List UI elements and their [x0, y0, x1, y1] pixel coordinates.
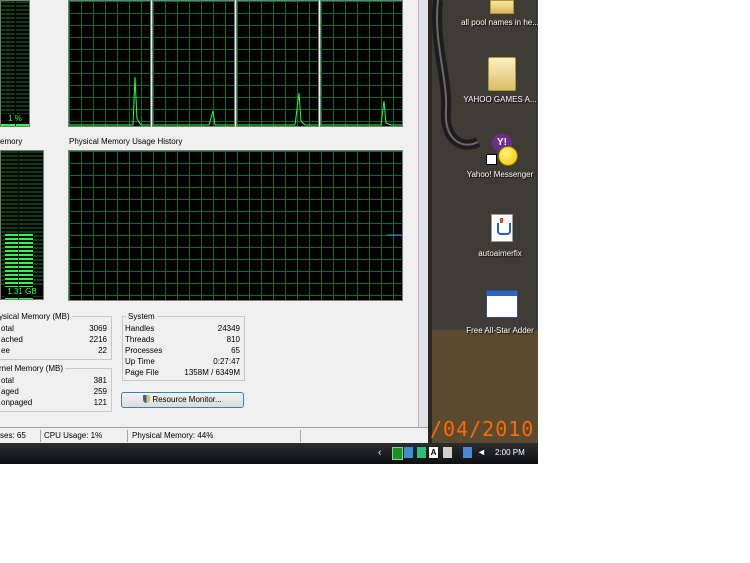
- stat-row: otal 3069: [0, 324, 111, 335]
- stat-value: 3069: [89, 324, 107, 333]
- desktop-icon-label: Yahoo! Messenger: [466, 170, 534, 179]
- stat-row: Threads 810: [123, 335, 244, 346]
- physical-memory-group: ysical Memory (MB) otal 3069 ached 2216 ee…: [0, 312, 112, 360]
- cpu-core-graph: [152, 0, 235, 127]
- tray-info-icon[interactable]: [443, 447, 452, 458]
- taskbar-clock[interactable]: 2:00 PM: [495, 448, 525, 457]
- stat-value: 1358M / 6349M: [184, 368, 240, 377]
- cpu-core-graph: [68, 0, 151, 127]
- stat-row: Page File 1358M / 6349M: [123, 368, 244, 379]
- stat-label: aged: [1, 387, 19, 396]
- status-cpu-usage: CPU Usage: 1%: [44, 431, 103, 440]
- date-overlay: /04/2010: [430, 417, 535, 441]
- stat-value: 810: [226, 335, 240, 344]
- physical-memory-history-graph: [68, 150, 403, 301]
- shield-icon: [143, 395, 151, 403]
- desktop-icon[interactable]: YAHOO GAMES A...: [460, 55, 538, 120]
- tray-network-icon[interactable]: [404, 447, 413, 458]
- stat-row: ee 22: [0, 346, 111, 357]
- stat-value: 259: [93, 387, 107, 396]
- yahoo-messenger-icon: Y!: [486, 134, 518, 166]
- stat-value: 2216: [89, 335, 107, 344]
- application-window-icon: [486, 290, 518, 318]
- memory-section-label: emory: [0, 137, 23, 146]
- stat-row: Processes 65: [123, 346, 244, 357]
- cpu-core-line: [69, 76, 150, 126]
- desktop-icon[interactable]: autoaimerfix: [460, 212, 538, 267]
- cpu-core-graph: [236, 0, 319, 127]
- folder-icon: [488, 57, 516, 91]
- cpu-core-graph: [320, 0, 403, 127]
- java-file-icon: [491, 214, 513, 242]
- status-bar: ses: 65 CPU Usage: 1% Physical Memory: 4…: [0, 427, 428, 444]
- desktop-icon[interactable]: all pool names in he...: [460, 0, 538, 40]
- memory-meter-value: 1.31 GB: [1, 287, 43, 296]
- physical-memory-history-title: Physical Memory Usage History: [69, 137, 183, 146]
- desktop: all pool names in he... YAHOO GAMES A...…: [428, 0, 538, 443]
- stat-value: 65: [231, 346, 240, 355]
- stat-value: 381: [93, 376, 107, 385]
- system-group: System Handles 24349 Threads 810 Processes…: [122, 312, 245, 381]
- desktop-icon-label: autoaimerfix: [478, 249, 522, 258]
- stat-label: ee: [1, 346, 10, 355]
- cpu-usage-history: [68, 0, 404, 128]
- memory-usage-meter: 1.31 GB: [0, 150, 44, 300]
- tray-display-icon[interactable]: [463, 447, 472, 458]
- tray-app-icon[interactable]: [417, 447, 426, 458]
- resource-monitor-label: Resource Monitor...: [152, 395, 222, 404]
- folder-icon: [490, 0, 514, 14]
- physical-memory-line: [387, 234, 402, 236]
- desktop-icon-label: all pool names in he...: [461, 18, 538, 27]
- system-title: System: [126, 312, 157, 321]
- desktop-icon[interactable]: Y! Yahoo! Messenger: [460, 132, 538, 197]
- stat-value: 24349: [217, 324, 240, 333]
- desktop-icon-label: YAHOO GAMES A...: [463, 95, 537, 104]
- cpu-meter-value: 1 %: [1, 114, 29, 123]
- physical-memory-title: ysical Memory (MB): [0, 312, 72, 321]
- kernel-memory-group: rnel Memory (MB) otal 381 aged 259 onpaged…: [0, 364, 112, 412]
- task-manager-window: 1 % emory 1.31 GB Physical Memory Usage …: [0, 0, 429, 443]
- desktop-icon-label: Free All-Star Adder: [466, 326, 534, 335]
- cpu-core-line: [237, 92, 318, 126]
- stat-label: Page File: [125, 368, 159, 377]
- cpu-core-line: [153, 110, 234, 126]
- kernel-memory-title: rnel Memory (MB): [0, 364, 66, 373]
- stat-label: ached: [1, 335, 23, 344]
- stat-value: 0:27:47: [213, 357, 240, 366]
- status-processes: ses: 65: [0, 431, 26, 440]
- shortcut-arrow-icon: [486, 154, 497, 165]
- stat-row: otal 381: [0, 376, 111, 387]
- stat-label: Threads: [125, 335, 155, 344]
- stat-label: Processes: [125, 346, 163, 355]
- stat-row: Handles 24349: [123, 324, 244, 335]
- status-physical-memory: Physical Memory: 44%: [132, 431, 214, 440]
- stat-row: ached 2216: [0, 335, 111, 346]
- stat-label: Handles: [125, 324, 155, 333]
- stat-label: otal: [1, 324, 14, 333]
- resource-monitor-button[interactable]: Resource Monitor...: [121, 392, 244, 408]
- cpu-core-line: [321, 100, 402, 126]
- stat-value: 121: [93, 398, 107, 407]
- volume-icon[interactable]: ◄: [477, 447, 486, 458]
- cpu-usage-meter: 1 %: [0, 0, 30, 127]
- stat-value: 22: [98, 346, 107, 355]
- tray-expand-icon[interactable]: ‹: [378, 447, 381, 458]
- stat-label: otal: [1, 376, 14, 385]
- stat-row: aged 259: [0, 387, 111, 398]
- desktop-icon[interactable]: Free All-Star Adder: [460, 288, 538, 348]
- taskbar: ‹ A ◄ 2:00 PM: [0, 443, 538, 464]
- stat-label: Up Time: [125, 357, 155, 366]
- stat-row: onpaged 121: [0, 398, 111, 409]
- tray-green-icon[interactable]: [392, 447, 403, 460]
- tray-a-icon[interactable]: A: [429, 447, 438, 458]
- stat-row: Up Time 0:27:47: [123, 357, 244, 368]
- stat-label: onpaged: [1, 398, 33, 407]
